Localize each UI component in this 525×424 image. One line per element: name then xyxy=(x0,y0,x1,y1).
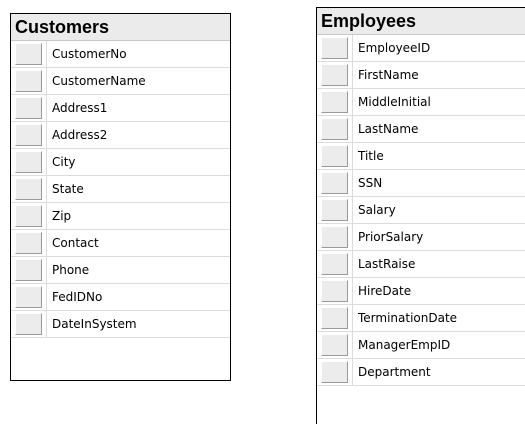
column-name: State xyxy=(46,176,230,202)
column-name: Salary xyxy=(352,197,525,223)
column-row[interactable]: City xyxy=(11,149,230,176)
column-row[interactable]: EmployeeID xyxy=(317,35,525,62)
column-list: EmployeeID FirstName MiddleInitial LastN… xyxy=(317,35,525,386)
column-name: HireDate xyxy=(352,278,525,304)
column-row[interactable]: FedIDNo xyxy=(11,284,230,311)
column-row[interactable]: Salary xyxy=(317,197,525,224)
row-selector-button[interactable] xyxy=(15,97,42,119)
column-name: Zip xyxy=(46,203,230,229)
column-name: MiddleInitial xyxy=(352,89,525,115)
column-name: Phone xyxy=(46,257,230,283)
column-name: ManagerEmpID xyxy=(352,332,525,358)
row-selector-button[interactable] xyxy=(15,151,42,173)
row-selector-button[interactable] xyxy=(15,178,42,200)
table-title[interactable]: Customers xyxy=(11,14,230,41)
column-row[interactable]: ManagerEmpID xyxy=(317,332,525,359)
row-selector-button[interactable] xyxy=(15,232,42,254)
column-name: Address1 xyxy=(46,95,230,121)
column-name: Address2 xyxy=(46,122,230,148)
column-row[interactable]: MiddleInitial xyxy=(317,89,525,116)
table-title[interactable]: Employees xyxy=(317,8,525,35)
row-selector-button[interactable] xyxy=(321,91,348,113)
row-selector-button[interactable] xyxy=(15,313,42,335)
column-name: DateInSystem xyxy=(46,311,230,337)
customers-table[interactable]: Customers CustomerNo CustomerName Addres… xyxy=(10,13,231,381)
column-name: LastName xyxy=(352,116,525,142)
column-name: City xyxy=(46,149,230,175)
row-selector-button[interactable] xyxy=(15,205,42,227)
row-selector-button[interactable] xyxy=(321,118,348,140)
column-name: Contact xyxy=(46,230,230,256)
column-row[interactable]: SSN xyxy=(317,170,525,197)
column-row[interactable]: PriorSalary xyxy=(317,224,525,251)
row-selector-button[interactable] xyxy=(321,64,348,86)
column-row[interactable]: State xyxy=(11,176,230,203)
column-name: CustomerNo xyxy=(46,41,230,67)
column-row[interactable]: DateInSystem xyxy=(11,311,230,338)
column-name: EmployeeID xyxy=(352,35,525,61)
column-row[interactable]: Title xyxy=(317,143,525,170)
column-name: FirstName xyxy=(352,62,525,88)
column-name: PriorSalary xyxy=(352,224,525,250)
column-row[interactable]: FirstName xyxy=(317,62,525,89)
column-row[interactable]: Zip xyxy=(11,203,230,230)
row-selector-button[interactable] xyxy=(321,37,348,59)
row-selector-button[interactable] xyxy=(321,226,348,248)
employees-table[interactable]: Employees EmployeeID FirstName MiddleIni… xyxy=(316,7,525,424)
column-name: FedIDNo xyxy=(46,284,230,310)
row-selector-button[interactable] xyxy=(15,259,42,281)
row-selector-button[interactable] xyxy=(15,70,42,92)
column-list: CustomerNo CustomerName Address1 Address… xyxy=(11,41,230,338)
row-selector-button[interactable] xyxy=(321,361,348,383)
column-row[interactable]: Department xyxy=(317,359,525,386)
row-selector-button[interactable] xyxy=(15,43,42,65)
row-selector-button[interactable] xyxy=(15,124,42,146)
column-row[interactable]: CustomerName xyxy=(11,68,230,95)
column-name: Department xyxy=(352,359,525,385)
row-selector-button[interactable] xyxy=(321,307,348,329)
column-row[interactable]: Contact xyxy=(11,230,230,257)
column-row[interactable]: TerminationDate xyxy=(317,305,525,332)
column-name: CustomerName xyxy=(46,68,230,94)
column-row[interactable]: Phone xyxy=(11,257,230,284)
column-name: SSN xyxy=(352,170,525,196)
column-row[interactable]: CustomerNo xyxy=(11,41,230,68)
row-selector-button[interactable] xyxy=(321,334,348,356)
column-name: TerminationDate xyxy=(352,305,525,331)
row-selector-button[interactable] xyxy=(321,280,348,302)
row-selector-button[interactable] xyxy=(321,199,348,221)
row-selector-button[interactable] xyxy=(321,172,348,194)
column-row[interactable]: Address1 xyxy=(11,95,230,122)
column-row[interactable]: Address2 xyxy=(11,122,230,149)
row-selector-button[interactable] xyxy=(321,145,348,167)
column-row[interactable]: LastName xyxy=(317,116,525,143)
column-name: Title xyxy=(352,143,525,169)
column-row[interactable]: HireDate xyxy=(317,278,525,305)
column-name: LastRaise xyxy=(352,251,525,277)
column-row[interactable]: LastRaise xyxy=(317,251,525,278)
row-selector-button[interactable] xyxy=(321,253,348,275)
row-selector-button[interactable] xyxy=(15,286,42,308)
